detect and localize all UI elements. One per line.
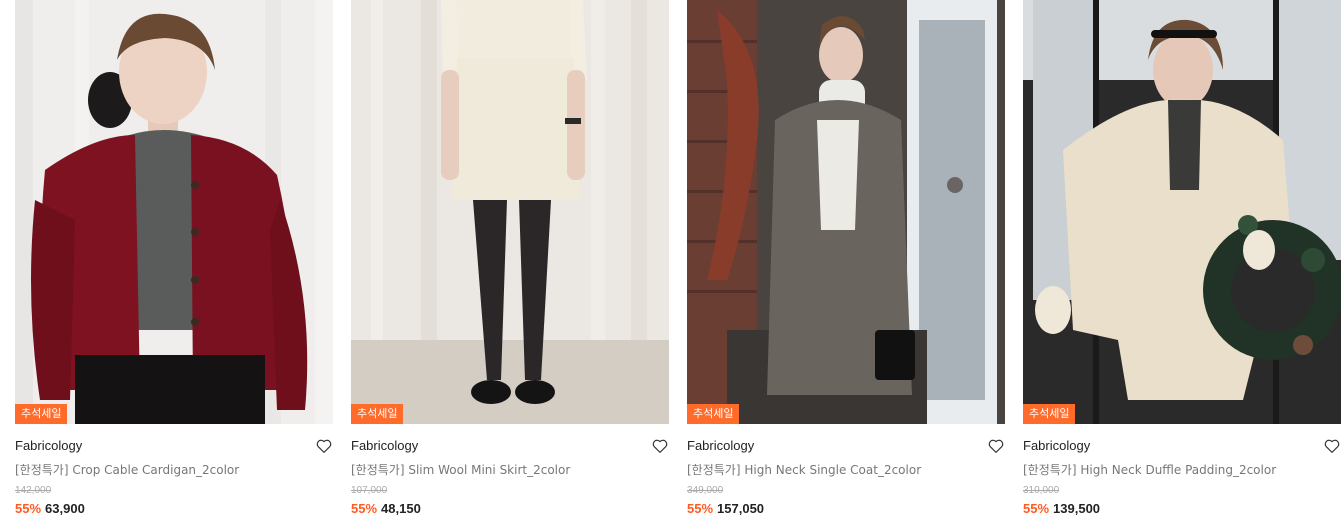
original-price: 310,000: [1023, 485, 1060, 496]
heart-outline-icon[interactable]: [315, 437, 333, 455]
original-price: 142,000: [15, 485, 52, 496]
sale-badge: 추석세일: [1023, 404, 1076, 424]
sale-badge: 추석세일: [351, 404, 404, 424]
original-price: 349,000: [687, 485, 724, 496]
sale-badge: 추석세일: [687, 404, 740, 424]
product-card: 추석세일 Fabricology [한정특가] High Neck Single…: [687, 0, 1005, 517]
product-card: 추석세일 Fabricology [한정특가] Crop Cable Cardi…: [15, 0, 333, 517]
brand-row: Fabricology: [351, 437, 669, 459]
product-title[interactable]: [한정특가] High Neck Single Coat_2color: [687, 462, 1005, 478]
sale-price: 157,050: [717, 501, 765, 516]
product-image[interactable]: 추석세일: [687, 0, 1005, 424]
brand-row: Fabricology: [687, 437, 1005, 459]
price-row: 55% 63,900: [15, 501, 333, 517]
heart-outline-icon[interactable]: [987, 437, 1005, 455]
product-title[interactable]: [한정특가] Slim Wool Mini Skirt_2color: [351, 462, 669, 478]
brand-row: Fabricology: [1023, 437, 1341, 459]
product-title[interactable]: [한정특가] Crop Cable Cardigan_2color: [15, 462, 333, 478]
price-row: 55% 139,500: [1023, 501, 1341, 517]
sale-price: 139,500: [1053, 501, 1101, 516]
product-grid: 추석세일 Fabricology [한정특가] Crop Cable Cardi…: [0, 0, 1342, 529]
product-image[interactable]: 추석세일: [15, 0, 333, 424]
original-price: 107,000: [351, 485, 388, 496]
brand-name[interactable]: Fabricology: [687, 437, 1005, 455]
heart-outline-icon[interactable]: [651, 437, 669, 455]
brand-row: Fabricology: [15, 437, 333, 459]
sale-price: 48,150: [381, 501, 421, 516]
heart-outline-icon[interactable]: [1323, 437, 1341, 455]
brand-name[interactable]: Fabricology: [1023, 437, 1341, 455]
price-row: 55% 48,150: [351, 501, 669, 517]
price-row: 55% 157,050: [687, 501, 1005, 517]
product-card: 추석세일 Fabricology [한정특가] Slim Wool Mini S…: [351, 0, 669, 517]
brand-name[interactable]: Fabricology: [15, 437, 333, 455]
sale-price: 63,900: [45, 501, 85, 516]
discount-rate: 55%: [15, 501, 42, 516]
discount-rate: 55%: [687, 501, 714, 516]
discount-rate: 55%: [351, 501, 378, 516]
product-image[interactable]: 추석세일: [351, 0, 669, 424]
discount-rate: 55%: [1023, 501, 1050, 516]
product-title[interactable]: [한정특가] High Neck Duffle Padding_2color: [1023, 462, 1341, 478]
product-image[interactable]: 추석세일: [1023, 0, 1341, 424]
brand-name[interactable]: Fabricology: [351, 437, 669, 455]
sale-badge: 추석세일: [15, 404, 68, 424]
product-card: 추석세일 Fabricology [한정특가] High Neck Duffle…: [1023, 0, 1341, 517]
